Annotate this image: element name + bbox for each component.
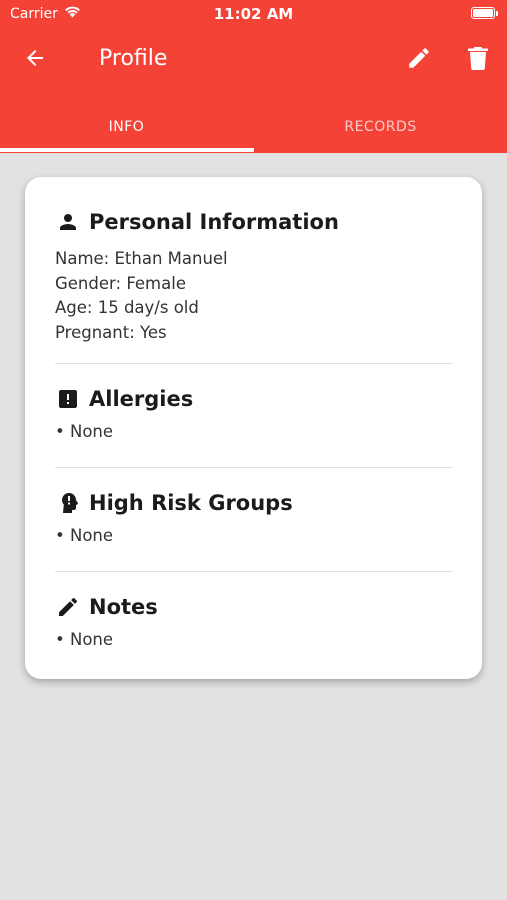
section-title: High Risk Groups bbox=[89, 491, 293, 515]
section-header: Notes bbox=[55, 591, 453, 623]
gender-text: Gender: Female bbox=[55, 273, 186, 293]
divider bbox=[55, 363, 453, 364]
tab-indicator bbox=[0, 148, 254, 152]
notes-section: Notes • None bbox=[55, 591, 453, 653]
section-header: Allergies bbox=[55, 383, 453, 415]
pencil-icon bbox=[406, 45, 432, 75]
person-icon bbox=[55, 209, 81, 235]
pregnant-text: Pregnant: Yes bbox=[55, 322, 167, 342]
divider bbox=[55, 571, 453, 572]
name-text: Name: Ethan Manuel bbox=[55, 249, 228, 268]
back-button[interactable] bbox=[15, 40, 55, 80]
status-bar: Carrier 11:02 AM bbox=[0, 0, 507, 28]
tab-records[interactable]: RECORDS bbox=[254, 100, 507, 153]
trash-icon bbox=[468, 46, 488, 74]
edit-profile-button[interactable] bbox=[399, 40, 439, 80]
list-item: • None bbox=[55, 630, 114, 649]
back-arrow-icon bbox=[23, 46, 47, 74]
section-header: Personal Information bbox=[55, 206, 453, 238]
section-title: Personal Information bbox=[89, 210, 339, 234]
section-header: High Risk Groups bbox=[55, 487, 453, 519]
tab-info[interactable]: INFO bbox=[0, 100, 253, 153]
section-title: Notes bbox=[89, 595, 158, 619]
app-bar: Carrier 11:02 AM Profile INFO RECORDS bbox=[0, 0, 507, 153]
tab-bar: INFO RECORDS bbox=[0, 100, 507, 153]
status-time: 11:02 AM bbox=[213, 5, 294, 23]
delete-profile-button[interactable] bbox=[458, 40, 498, 80]
page-title: Profile bbox=[99, 46, 168, 71]
section-title: Allergies bbox=[89, 387, 194, 411]
head-alert-icon bbox=[55, 490, 81, 516]
divider bbox=[55, 467, 453, 468]
list-item: • None bbox=[55, 422, 114, 441]
alert-box-icon bbox=[55, 386, 81, 412]
age-text: Age: 15 day/s old bbox=[55, 298, 199, 317]
list-item: • None bbox=[55, 526, 114, 545]
high-risk-groups-section: High Risk Groups • None bbox=[55, 487, 453, 549]
profile-card: Personal Information Name: Ethan Manuel … bbox=[25, 177, 482, 679]
allergies-section: Allergies • None bbox=[55, 383, 453, 445]
pencil-icon bbox=[55, 594, 81, 620]
battery-icon bbox=[471, 7, 498, 19]
personal-information-section: Personal Information Name: Ethan Manuel … bbox=[55, 206, 453, 345]
